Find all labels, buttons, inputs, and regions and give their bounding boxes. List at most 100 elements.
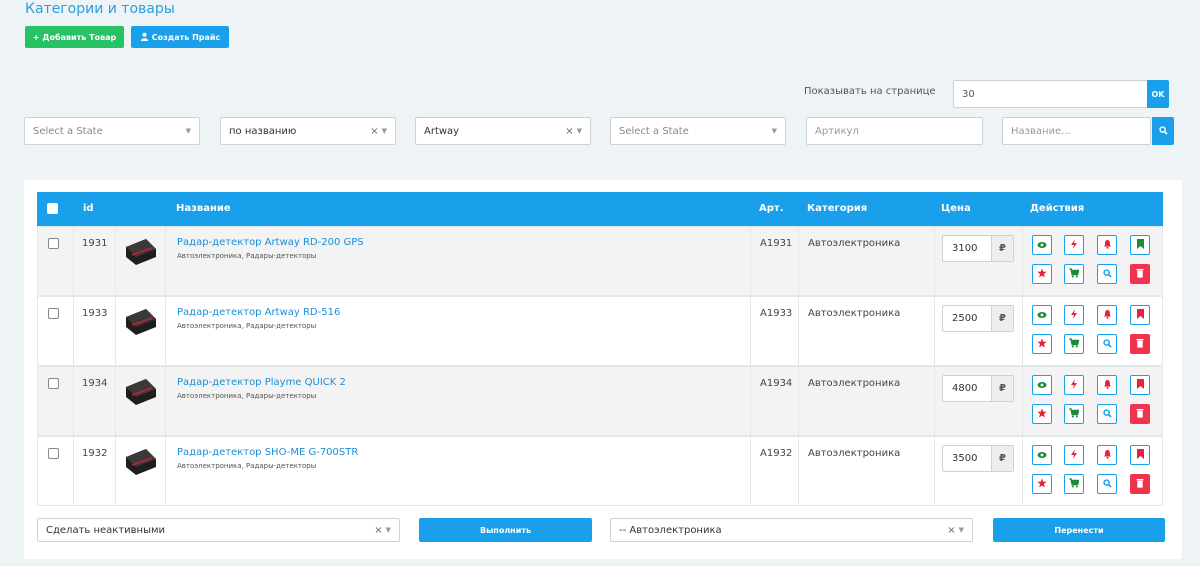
bookmark-button[interactable] [1130, 305, 1150, 325]
trash-icon [1136, 268, 1144, 281]
favorite-button[interactable] [1032, 334, 1052, 354]
brand-filter[interactable]: Artway × ▼ [415, 117, 591, 145]
eye-icon [1037, 449, 1047, 462]
bookmark-button[interactable] [1130, 375, 1150, 395]
row-checkbox[interactable] [48, 448, 59, 459]
delete-button[interactable] [1130, 404, 1150, 424]
cart-icon [1069, 407, 1080, 421]
view-button[interactable] [1032, 445, 1052, 465]
price-input[interactable]: 2500 ₽ [942, 305, 1014, 332]
user-icon [140, 32, 149, 43]
state-filter-1[interactable]: Select a State ▼ [24, 117, 200, 145]
create-price-button[interactable]: Создать Прайс [131, 26, 229, 48]
star-icon [1037, 338, 1047, 351]
flash-button[interactable] [1064, 375, 1084, 395]
star-icon [1037, 478, 1047, 491]
price-value: 3500 [952, 453, 978, 464]
search-button[interactable] [1097, 474, 1117, 494]
col-category: Категория [807, 203, 868, 214]
bolt-icon [1070, 308, 1078, 322]
star-icon [1037, 268, 1047, 281]
product-id: 1933 [82, 308, 108, 319]
bookmark-button[interactable] [1130, 445, 1150, 465]
state-filter-2[interactable]: Select a State ▼ [610, 117, 786, 145]
search-icon [1102, 478, 1112, 491]
view-button[interactable] [1032, 305, 1052, 325]
clear-icon[interactable]: × [370, 126, 378, 137]
notify-button[interactable] [1097, 235, 1117, 255]
view-button[interactable] [1032, 375, 1052, 395]
search-button[interactable] [1097, 404, 1117, 424]
price-value: 4800 [952, 383, 978, 394]
row-checkbox[interactable] [48, 238, 59, 249]
favorite-button[interactable] [1032, 474, 1052, 494]
search-button[interactable] [1152, 117, 1174, 145]
delete-button[interactable] [1130, 264, 1150, 284]
article-input[interactable]: Артикул [806, 117, 983, 145]
favorite-button[interactable] [1032, 264, 1052, 284]
row-checkbox[interactable] [48, 308, 59, 319]
notify-button[interactable] [1097, 305, 1117, 325]
flash-button[interactable] [1064, 445, 1084, 465]
product-article: A1932 [760, 448, 793, 459]
col-art: Арт. [759, 203, 784, 214]
add-product-label: Добавить Товар [42, 32, 117, 42]
select-all-checkbox[interactable] [47, 203, 58, 214]
add-product-button[interactable]: + Добавить Товар [25, 26, 124, 48]
bookmark-icon [1136, 378, 1144, 392]
view-button[interactable] [1032, 235, 1052, 255]
name-search-input[interactable]: Название... [1002, 117, 1151, 145]
price-input[interactable]: 3100 ₽ [942, 235, 1014, 262]
flash-button[interactable] [1064, 305, 1084, 325]
product-thumbnail [122, 235, 158, 272]
cart-button[interactable] [1064, 404, 1084, 424]
table-header: id Название Арт. Категория Цена Действия [37, 192, 1163, 226]
product-category: Автоэлектроника [808, 238, 901, 249]
product-name-link[interactable]: Радар-детектор Artway RD-200 GPS [177, 237, 364, 248]
cart-icon [1069, 477, 1080, 491]
bell-icon [1103, 309, 1112, 322]
notify-button[interactable] [1097, 375, 1117, 395]
product-thumbnail [122, 305, 158, 342]
delete-button[interactable] [1130, 474, 1150, 494]
clear-icon[interactable]: × [947, 525, 955, 536]
price-input[interactable]: 4800 ₽ [942, 375, 1014, 402]
search-icon [1102, 408, 1112, 421]
bookmark-button[interactable] [1130, 235, 1150, 255]
bulk-action-value: Сделать неактивными [46, 524, 166, 536]
bulk-action-select[interactable]: Сделать неактивными × ▼ [37, 518, 400, 542]
cart-button[interactable] [1064, 334, 1084, 354]
search-button[interactable] [1097, 264, 1117, 284]
per-page-label: Показывать на странице [804, 86, 936, 97]
sort-filter[interactable]: по названию × ▼ [220, 117, 396, 145]
product-category: Автоэлектроника [808, 378, 901, 389]
product-name-link[interactable]: Радар-детектор SHO-ME G-700STR [177, 447, 358, 458]
cart-icon [1069, 267, 1080, 281]
product-name-link[interactable]: Радар-детектор Artway RD-516 [177, 307, 340, 318]
product-name-link[interactable]: Радар-детектор Playme QUICK 2 [177, 377, 346, 388]
per-page-ok-button[interactable]: OK [1147, 80, 1169, 108]
price-value: 3100 [952, 243, 978, 254]
notify-button[interactable] [1097, 445, 1117, 465]
favorite-button[interactable] [1032, 404, 1052, 424]
clear-icon[interactable]: × [374, 525, 382, 536]
flash-button[interactable] [1064, 235, 1084, 255]
row-checkbox[interactable] [48, 378, 59, 389]
product-id: 1934 [82, 378, 108, 389]
per-page-input[interactable]: 30 [953, 80, 1148, 108]
delete-button[interactable] [1130, 334, 1150, 354]
move-button[interactable]: Перенести [993, 518, 1165, 542]
execute-button[interactable]: Выполнить [419, 518, 592, 542]
product-id: 1931 [82, 238, 108, 249]
move-category-select[interactable]: -- Автоэлектроника × ▼ [610, 518, 973, 542]
cart-button[interactable] [1064, 474, 1084, 494]
table-row: 1933 Радар-детектор Artway RD-516 Автоэлек… [37, 296, 1163, 366]
per-page-value: 30 [962, 88, 975, 100]
clear-icon[interactable]: × [565, 126, 573, 137]
cart-button[interactable] [1064, 264, 1084, 284]
price-input[interactable]: 3500 ₽ [942, 445, 1014, 472]
col-name: Название [176, 203, 231, 214]
products-card: id Название Арт. Категория Цена Действия… [24, 180, 1182, 559]
plus-icon: + [32, 32, 40, 42]
search-button[interactable] [1097, 334, 1117, 354]
